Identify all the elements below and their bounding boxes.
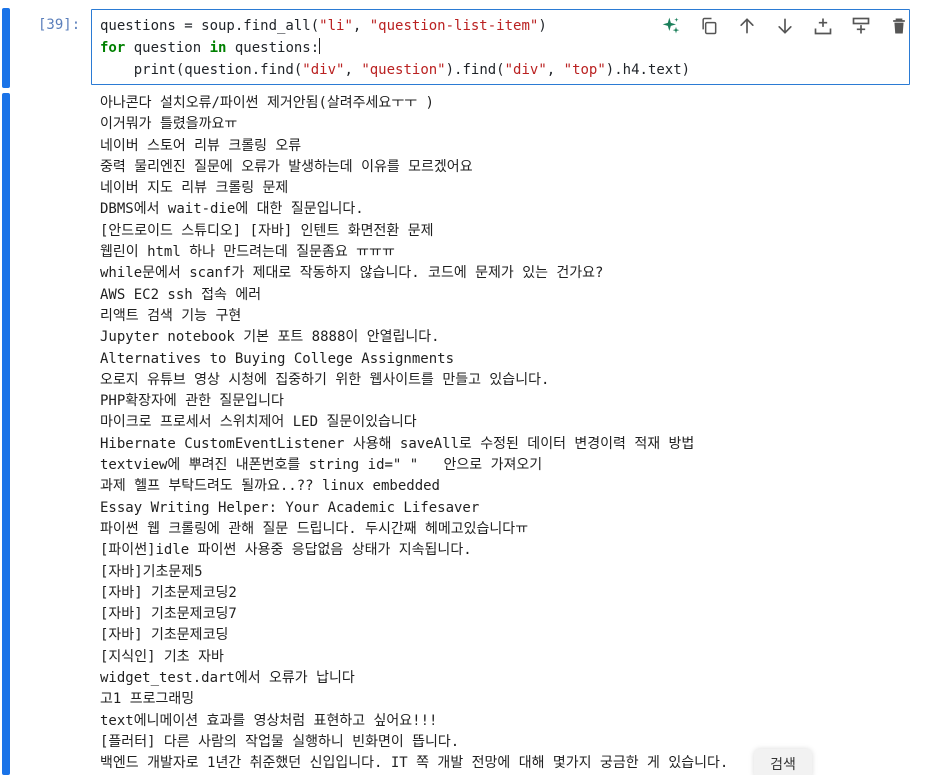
output-line: [파이썬]idle 파이썬 사용중 응답없음 상태가 지속됩니다. bbox=[100, 542, 472, 559]
execution-prompt: [39]: bbox=[38, 17, 81, 33]
output-line: [자바] 기초문제코딩7 bbox=[100, 606, 237, 623]
text-cursor bbox=[319, 38, 321, 54]
output-line: 오로지 유튜브 영상 시청에 집중하기 위한 웹사이트를 만들고 있습니다. bbox=[100, 371, 550, 388]
output-line: while문에서 scanf가 제대로 작동하지 않습니다. 코드에 문제가 있… bbox=[100, 265, 604, 282]
duplicate-cell-button[interactable] bbox=[696, 13, 722, 39]
search-button[interactable]: 검색 bbox=[754, 749, 812, 775]
output-line: [자바]기초문제5 bbox=[100, 563, 203, 580]
insert-above-button[interactable] bbox=[848, 13, 874, 39]
output-line: 아나콘다 설치오류/파이썬 제거안됨(살려주세요ㅜㅜ ) bbox=[100, 95, 434, 111]
insert-below-button[interactable] bbox=[810, 13, 836, 39]
code-text[interactable]: questions = soup.find_all("li", "questio… bbox=[100, 15, 690, 81]
output-collapse-bar[interactable] bbox=[2, 93, 10, 775]
ai-assist-button[interactable] bbox=[658, 13, 684, 39]
output-line: 네이버 지도 리뷰 크롤링 문제 bbox=[100, 180, 289, 197]
output-line: [안드로이드 스튜디오] [자바] 인텐트 화면전환 문제 bbox=[100, 222, 434, 239]
output-line: 웹린이 html 하나 만드려는데 질문좀요 ㅠㅠㅠ bbox=[100, 244, 395, 261]
output-line: [플러터] 다른 사람의 작업물 실행하니 빈화면이 뜹니다. bbox=[100, 733, 460, 750]
output-line: textview에 뿌려진 내폰번호를 string id=" " 안으로 가져… bbox=[100, 457, 543, 474]
output-line: 백엔드 개발자로 1년간 취준했던 신입입니다. IT 쪽 개발 전망에 대해 … bbox=[100, 755, 729, 772]
insert-below-icon bbox=[814, 18, 832, 35]
insert-above-icon bbox=[852, 17, 870, 34]
output-line: 파이썬 웹 크롤링에 관해 질문 드립니다. 두시간째 헤메고있습니다ㅠ bbox=[100, 520, 529, 537]
output-line: Jupyter notebook 기본 포트 8888이 안열립니다. bbox=[100, 329, 440, 346]
output-line: PHP확장자에 관한 질문입니다 bbox=[100, 393, 284, 410]
output-line: text에니메이션 효과를 영상처럼 표현하고 싶어요!!! bbox=[100, 712, 438, 729]
move-up-icon bbox=[740, 18, 754, 34]
output-line: Alternatives to Buying College Assignmen… bbox=[100, 350, 455, 367]
cell-selection-bar[interactable] bbox=[2, 8, 10, 88]
duplicate-cell-icon bbox=[702, 17, 717, 35]
output-line: 리액트 검색 기능 구현 bbox=[100, 307, 242, 324]
output-area: 아나콘다 설치오류/파이썬 제거안됨(살려주세요ㅜㅜ ) 이거뭐가 틀렸을까요ㅠ… bbox=[100, 93, 728, 775]
move-up-button[interactable] bbox=[734, 13, 760, 39]
move-down-button[interactable] bbox=[772, 13, 798, 39]
output-line: widget_test.dart에서 오류가 납니다 bbox=[100, 670, 355, 687]
output-line: [자바] 기초문제코딩 bbox=[100, 627, 229, 644]
cell-toolbar bbox=[658, 13, 912, 39]
output-line: AWS EC2 ssh 접속 에러 bbox=[100, 286, 262, 303]
output-line: 고1 프로그래밍 bbox=[100, 691, 195, 708]
output-line: [지식인] 기초 자바 bbox=[100, 648, 224, 665]
output-line: 네이버 스토어 리뷰 크롤링 오류 bbox=[100, 137, 302, 154]
ai-assist-icon bbox=[662, 17, 680, 34]
output-line: 이거뭐가 틀렸을까요ㅠ bbox=[100, 116, 238, 133]
delete-cell-icon bbox=[893, 18, 905, 34]
notebook: [39]: questions = soup.find_all("li", "q… bbox=[0, 0, 925, 775]
delete-cell-button[interactable] bbox=[886, 13, 912, 39]
output-line: DBMS에서 wait-die에 대한 질문입니다. bbox=[100, 201, 364, 218]
move-down-icon bbox=[778, 18, 792, 34]
output-line: [자바] 기초문제코딩2 bbox=[100, 584, 237, 601]
output-line: 마이크로 프로세서 스위치제어 LED 질문이있습니다 bbox=[100, 414, 417, 431]
output-line: Essay Writing Helper: Your Academic Life… bbox=[100, 499, 480, 516]
output-line: 과제 헬프 부탁드려도 될까요..?? linux embedded bbox=[100, 478, 440, 495]
output-line: 중력 물리엔진 질문에 오류가 발생하는데 이유를 모르겠어요 bbox=[100, 158, 473, 175]
output-line: Hibernate CustomEventListener 사용해 saveAl… bbox=[100, 435, 695, 452]
